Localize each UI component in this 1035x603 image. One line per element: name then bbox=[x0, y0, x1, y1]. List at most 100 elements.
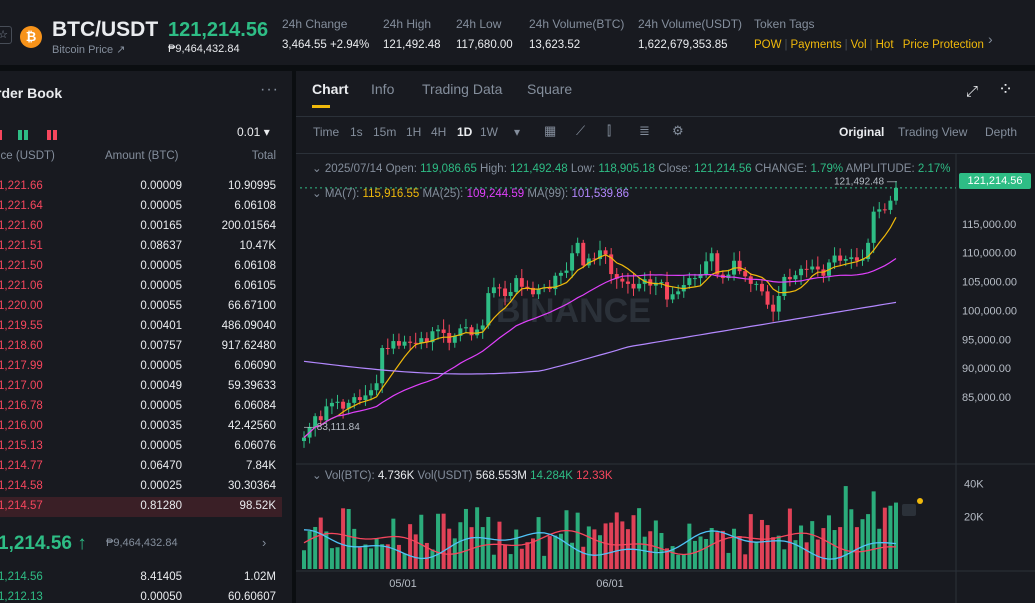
candle-body bbox=[385, 348, 390, 349]
chevron-right-icon[interactable]: › bbox=[988, 31, 993, 47]
open-label: Open: bbox=[385, 163, 417, 175]
interval-dropdown-icon[interactable]: ▾ bbox=[514, 125, 520, 139]
vol-usdt-value: 568.553M bbox=[475, 470, 527, 482]
more-icon[interactable]: ··· bbox=[260, 81, 279, 99]
ask-row[interactable]: 1,215.13 0.00005 6.06076 bbox=[0, 437, 282, 457]
candle-body bbox=[447, 332, 452, 343]
candle-body bbox=[575, 242, 580, 254]
drawing-tools-icon[interactable]: ≣ bbox=[639, 123, 650, 139]
expand-icon[interactable]: ⤢ bbox=[966, 83, 978, 100]
stat-24h-volbtc-label: 24h Volume(BTC) bbox=[529, 17, 625, 31]
candle-body bbox=[799, 268, 804, 276]
candle-body bbox=[441, 329, 446, 333]
ask-price: 1,221.51 bbox=[0, 240, 43, 252]
candle-body bbox=[737, 260, 742, 272]
volume-bar bbox=[737, 536, 742, 569]
interval-1h[interactable]: 1H bbox=[406, 125, 421, 139]
candle-body bbox=[396, 341, 401, 346]
interval-4h[interactable]: 4H bbox=[431, 125, 446, 139]
ask-row[interactable]: 1,218.60 0.00757 917.62480 bbox=[0, 337, 282, 357]
ask-row[interactable]: 1,214.58 0.00025 30.30364 bbox=[0, 477, 282, 497]
chevron-right-icon[interactable]: › bbox=[262, 535, 266, 550]
candlestick-type-icon[interactable]: ⫿ bbox=[607, 123, 611, 139]
tab-trading-data[interactable]: Trading Data bbox=[422, 81, 502, 97]
ask-row[interactable]: 1,221.60 0.00165 200.01564 bbox=[0, 217, 282, 237]
view-depth[interactable]: Depth bbox=[985, 125, 1017, 139]
interval-1w[interactable]: 1W bbox=[480, 125, 498, 139]
volume-bar bbox=[408, 524, 413, 569]
col-price-header: ice (USDT) bbox=[0, 150, 55, 162]
indicator-icon[interactable]: ⟋ bbox=[576, 123, 585, 139]
candle-body bbox=[676, 291, 681, 295]
pair-subtitle-link[interactable]: Bitcoin Price ↗ bbox=[52, 43, 125, 56]
volume-bar bbox=[653, 520, 658, 569]
ask-row[interactable]: 1,221.51 0.08637 10.47K bbox=[0, 237, 282, 257]
volume-bar bbox=[815, 539, 820, 569]
grid-layout-icon[interactable]: ⁘ bbox=[998, 79, 1013, 100]
calendar-icon[interactable]: ▦ bbox=[544, 123, 556, 139]
layout-both-icon[interactable] bbox=[0, 130, 2, 140]
candle-body bbox=[804, 268, 809, 270]
pair-title[interactable]: BTC/USDT bbox=[52, 18, 158, 42]
candle-body bbox=[519, 278, 524, 287]
stat-24h-volbtc-value: 13,623.52 bbox=[529, 39, 581, 51]
volume-bar bbox=[329, 548, 334, 569]
tag-vol[interactable]: Vol bbox=[851, 39, 867, 51]
ask-row[interactable]: 1,221.06 0.00005 6.06105 bbox=[0, 277, 282, 297]
bid-row[interactable]: 1,212.13 0.00050 60.60607 bbox=[0, 588, 282, 603]
tag-hot[interactable]: Hot bbox=[876, 39, 894, 51]
ask-row[interactable]: 1,214.57 0.81280 98.52K bbox=[0, 497, 282, 517]
ask-total: 10.47K bbox=[239, 240, 276, 252]
ask-row[interactable]: 1,216.78 0.00005 6.06084 bbox=[0, 397, 282, 417]
settings-gear-icon[interactable]: ⚙ bbox=[672, 123, 684, 139]
volume-bar bbox=[687, 523, 692, 569]
candle-body bbox=[670, 294, 675, 300]
view-original[interactable]: Original bbox=[839, 125, 884, 139]
tag-price-protection[interactable]: Price Protection bbox=[903, 39, 984, 51]
change-value: 1.79% bbox=[810, 163, 844, 175]
ask-row[interactable]: 1,220.00 0.00055 66.67100 bbox=[0, 297, 282, 317]
ask-row[interactable]: 1,219.55 0.00401 486.09040 bbox=[0, 317, 282, 337]
ma99-label: MA(99): bbox=[527, 188, 569, 200]
interval-time[interactable]: Time bbox=[313, 125, 339, 139]
view-tradingview[interactable]: Trading View bbox=[898, 125, 967, 139]
interval-1s[interactable]: 1s bbox=[350, 125, 363, 139]
volume-bar bbox=[514, 529, 519, 569]
price-chart[interactable]: BINANCE115,000.00110,000.00105,000.00100… bbox=[296, 154, 1035, 603]
volume-bar bbox=[704, 539, 709, 569]
interval-1d[interactable]: 1D bbox=[457, 125, 472, 139]
collapse-icon[interactable]: ⌄ bbox=[312, 188, 322, 200]
layout-asks-icon[interactable] bbox=[46, 130, 59, 140]
ask-amount: 0.00005 bbox=[140, 400, 182, 412]
ask-row[interactable]: 1,217.00 0.00049 59.39633 bbox=[0, 377, 282, 397]
interval-15m[interactable]: 15m bbox=[373, 125, 396, 139]
ask-row[interactable]: 1,221.66 0.00009 10.90995 bbox=[0, 177, 282, 197]
volume-bar bbox=[553, 535, 558, 569]
high-label: High: bbox=[480, 163, 507, 175]
ask-amount: 0.08637 bbox=[140, 240, 182, 252]
volume-bar bbox=[486, 516, 491, 569]
layout-bids-icon[interactable] bbox=[18, 130, 31, 140]
ask-row[interactable]: 1,217.99 0.00005 6.06090 bbox=[0, 357, 282, 377]
tab-chart[interactable]: Chart bbox=[312, 81, 349, 97]
token-tags-label: Token Tags bbox=[754, 17, 815, 31]
volume-axis-label: 40K bbox=[964, 479, 984, 491]
price-step-select[interactable]: 0.01 ▾ bbox=[237, 125, 270, 139]
tag-payments[interactable]: Payments bbox=[790, 39, 841, 51]
volume-bar bbox=[547, 536, 552, 569]
candle-body bbox=[564, 270, 569, 273]
tab-square[interactable]: Square bbox=[527, 81, 572, 97]
ask-row[interactable]: 1,221.50 0.00005 6.06108 bbox=[0, 257, 282, 277]
favorite-star-icon[interactable]: ☆ bbox=[0, 26, 12, 44]
bid-row[interactable]: 1,214.56 8.41405 1.02M bbox=[0, 568, 282, 588]
volume-bar bbox=[609, 522, 614, 569]
ask-row[interactable]: 1,214.77 0.06470 7.84K bbox=[0, 457, 282, 477]
tag-pow[interactable]: POW bbox=[754, 39, 781, 51]
ask-row[interactable]: 1,221.64 0.00005 6.06108 bbox=[0, 197, 282, 217]
ask-price: 1,219.55 bbox=[0, 320, 43, 332]
ask-row[interactable]: 1,216.00 0.00035 42.42560 bbox=[0, 417, 282, 437]
collapse-icon[interactable]: ⌄ bbox=[312, 163, 322, 175]
candle-body bbox=[374, 383, 379, 391]
low-label: Low: bbox=[570, 163, 596, 175]
tab-info[interactable]: Info bbox=[371, 81, 394, 97]
